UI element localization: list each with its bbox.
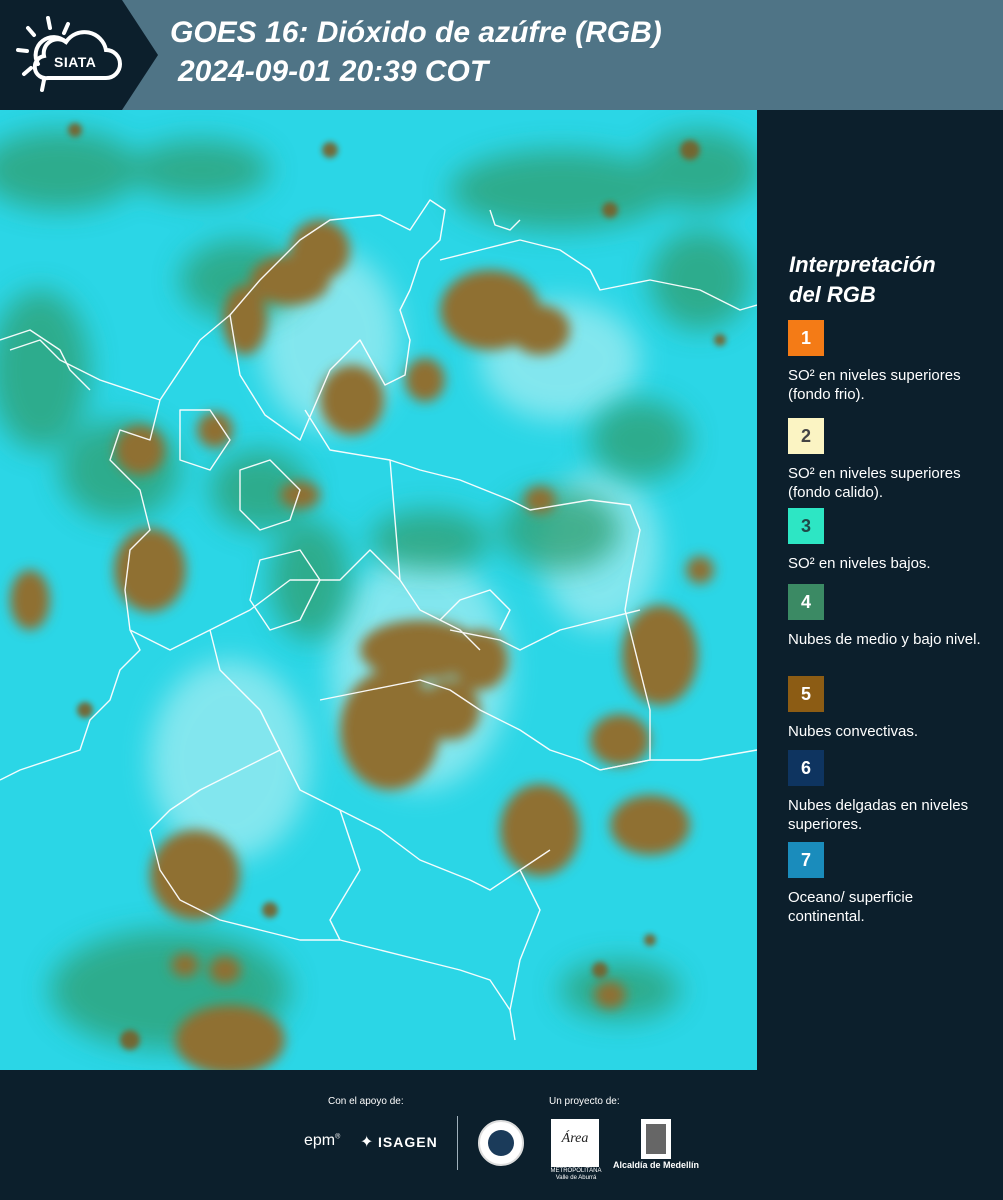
legend-item-7: 7 Oceano/ superficie continental. [788, 842, 988, 926]
legend-swatch-7: 7 [788, 842, 824, 878]
legend-item-2: 2 SO² en niveles superiores (fondo calid… [788, 418, 988, 502]
footer: Con el apoyo de: Un proyecto de: epm® ✦ … [0, 1070, 1003, 1200]
isagen-icon: ✦ [360, 1134, 374, 1151]
legend-swatch-4: 4 [788, 584, 824, 620]
isagen-logo: ISAGEN [378, 1134, 438, 1150]
medellin-seal-icon [478, 1120, 524, 1166]
legend-swatch-1: 1 [788, 320, 824, 356]
legend-item-1: 1 SO² en niveles superiores (fondo frio)… [788, 320, 988, 404]
satellite-image [0, 110, 757, 1070]
legend-swatch-5: 5 [788, 676, 824, 712]
logo-text: SIATA [54, 54, 97, 70]
legend-swatch-6: 6 [788, 750, 824, 786]
legend-label-4: Nubes de medio y bajo nivel. [788, 631, 981, 648]
amva-subtitle: METROPOLITANA Valle de Aburrá [550, 1168, 602, 1181]
legend-item-6: 6 Nubes delgadas en niveles superiores. [788, 750, 988, 834]
legend-item-4: 4 Nubes de medio y bajo nivel. [788, 584, 988, 649]
legend-label-7: Oceano/ superficie continental. [788, 889, 914, 925]
legend-item-5: 5 Nubes convectivas. [788, 676, 988, 741]
legend-label-1: SO² en niveles superiores (fondo frio). [788, 367, 961, 403]
legend-label-2: SO² en niveles superiores (fondo calido)… [788, 465, 961, 501]
legend-title-line2: del RGB [789, 282, 876, 307]
legend-title-line1: Interpretación [789, 252, 936, 277]
header: SIATA GOES 16: Dióxido de azúfre (RGB) 2… [0, 0, 1003, 110]
satellite-map [0, 110, 757, 1070]
legend-title: Interpretación del RGB [789, 250, 989, 310]
legend-swatch-3: 3 [788, 508, 824, 544]
alcaldia-name: Alcaldía de Medellín [612, 1160, 700, 1170]
amva-logo: Área [551, 1119, 599, 1167]
amva-logo-text: Área [561, 1131, 589, 1146]
legend-item-3: 3 SO² en niveles bajos. [788, 508, 988, 573]
legend-swatch-2: 2 [788, 418, 824, 454]
footer-divider [457, 1116, 458, 1170]
siata-logo: SIATA [14, 14, 126, 96]
legend-label-3: SO² en niveles bajos. [788, 555, 931, 572]
epm-logo: epm® [304, 1132, 341, 1149]
legend-label-5: Nubes convectivas. [788, 723, 919, 740]
legend-panel: Interpretación del RGB 1 SO² en niveles … [757, 110, 1003, 1070]
project-label: Un proyecto de: [549, 1096, 620, 1107]
page-title: GOES 16: Dióxido de azúfre (RGB) [170, 16, 662, 49]
legend-label-6: Nubes delgadas en niveles superiores. [788, 797, 969, 833]
support-label: Con el apoyo de: [328, 1096, 404, 1107]
page-datetime: 2024-09-01 20:39 COT [178, 55, 489, 88]
alcaldia-shield-icon [641, 1119, 671, 1159]
